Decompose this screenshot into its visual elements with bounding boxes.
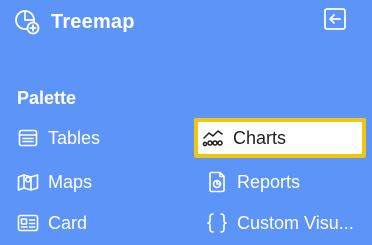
palette-item-card[interactable]: Card: [17, 206, 87, 240]
palette-item-label: Tables: [48, 128, 101, 148]
palette-item-custom-visuals[interactable]: Custom Visu...: [206, 206, 354, 240]
palette-item-label: Reports: [237, 172, 301, 192]
visualization-panel: Treemap Palette Tables Charts Maps Repor…: [0, 0, 372, 245]
panel-header: Treemap: [0, 0, 372, 44]
palette-item-label: Custom Visu...: [237, 213, 354, 233]
report-icon: [206, 171, 228, 193]
palette-item-maps[interactable]: Maps: [17, 165, 92, 199]
chart-icon: [202, 127, 224, 149]
collapse-panel-button[interactable]: [323, 7, 347, 31]
table-icon: [17, 127, 39, 149]
card-icon: [17, 212, 39, 234]
panel-title: Treemap: [51, 11, 135, 33]
palette-item-label: Maps: [48, 172, 93, 192]
chart-add-icon: [14, 9, 40, 35]
palette-heading: Palette: [17, 88, 77, 108]
palette-item-tables[interactable]: Tables: [17, 121, 100, 155]
palette-item-charts[interactable]: Charts: [194, 118, 366, 158]
palette-item-reports[interactable]: Reports: [206, 165, 300, 199]
braces-icon: [206, 212, 228, 234]
palette-item-label: Charts: [233, 128, 287, 148]
map-icon: [17, 171, 39, 193]
palette-item-label: Card: [48, 213, 88, 233]
